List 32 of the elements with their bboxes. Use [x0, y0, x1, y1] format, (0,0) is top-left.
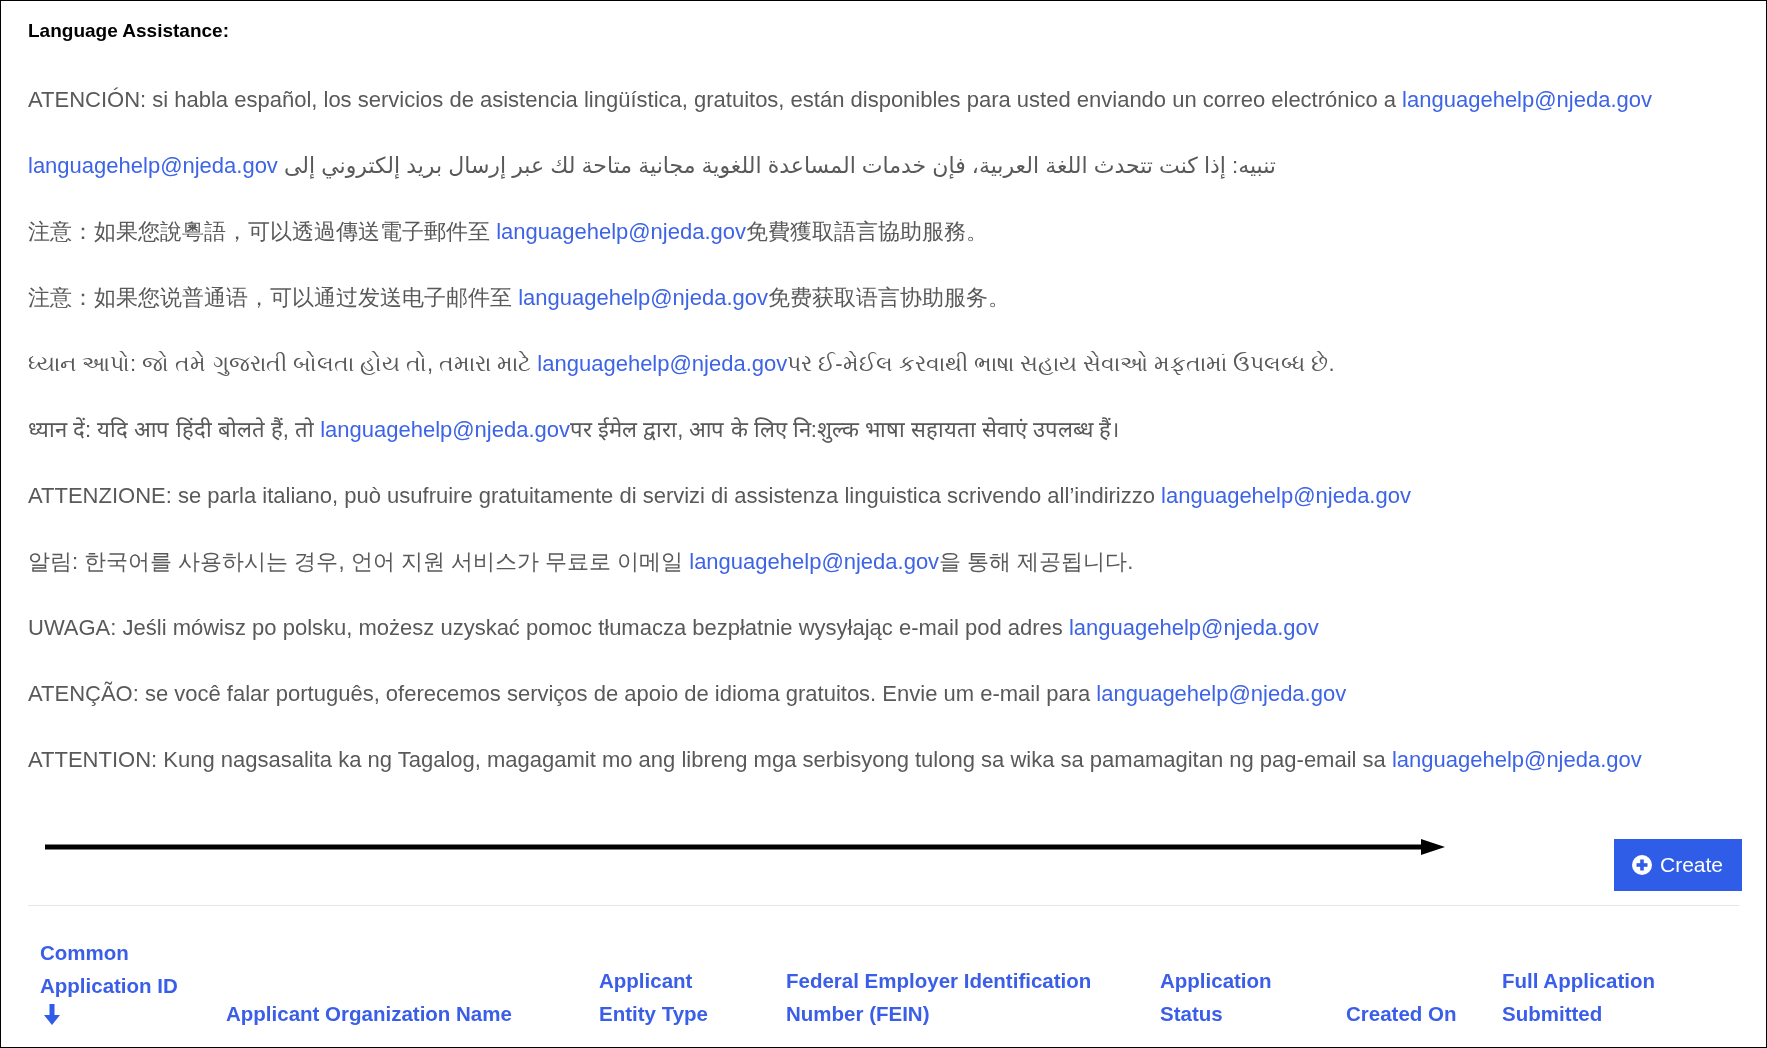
email-link[interactable]: languagehelp@njeda.gov [28, 153, 278, 178]
language-notice: ATENCIÓN: si habla español, los servicios de asistencia lingüística, gratuitos, están disponibles para usted enviando un correo electrónico a languagehelp@njeda.gov [28, 86, 1653, 114]
email-link[interactable]: languagehelp@njeda.gov [1402, 87, 1652, 112]
column-header[interactable]: Applicant Entity Type [599, 964, 729, 1030]
email-link[interactable]: languagehelp@njeda.gov [537, 351, 788, 376]
email-link[interactable]: languagehelp@njeda.gov [320, 417, 570, 442]
language-notice: UWAGA: Jeśli mówisz po polsku, możesz uzyskać pomoc tłumacza bezpłatnie wysyłając e-mail pod adres languagehelp@njeda.gov [28, 614, 1320, 642]
section-heading: Language Assistance: [28, 19, 230, 43]
email-link[interactable]: languagehelp@njeda.gov [1096, 681, 1347, 706]
sort-down-arrow-icon[interactable] [44, 1004, 60, 1026]
language-notice: ध्यान दें: यदि आप हिंदी बोलते हैं, तो languagehelp@njeda.govपर ईमेल द्वारा, आप के लिए नि:शुल्क भाषा सहायता सेवाएं उपलब्ध हैं। [28, 416, 1121, 445]
email-link[interactable]: languagehelp@njeda.gov [1068, 615, 1319, 640]
plus-circle-icon [1631, 855, 1652, 875]
language-notice: 注意：如果您说普通语，可以通过发送电子邮件至 languagehelp@njeda.gov免费获取语言协助服务。 [28, 284, 1011, 312]
language-notice: ATTENTION: Kung nagsasalita ka ng Tagalog, magagamit mo ang libreng mga serbisyong tulong sa wika sa pamamagitan ng pag-email sa languagehelp@njeda.gov [28, 746, 1643, 774]
language-notice: ATTENZIONE: se parla italiano, può usufruire gratuitamente di servizi di assistenza linguistica scrivendo all’indirizzo languagehelp@njeda.gov [28, 482, 1412, 510]
column-header[interactable]: Application Status [1160, 964, 1290, 1030]
email-link[interactable]: languagehelp@njeda.gov [689, 549, 940, 574]
column-header[interactable]: Full Application Submitted [1502, 964, 1672, 1030]
column-header[interactable]: Common Application ID [40, 936, 210, 1002]
column-header[interactable]: Federal Employer Identification Number (FEIN) [786, 964, 1146, 1030]
language-notice: 알림: 한국어를 사용하시는 경우, 언어 지원 서비스가 무료로 이메일 languagehelp@njeda.gov을 통해 제공됩니다. [28, 548, 1135, 576]
language-notice: ATENÇÃO: se você falar português, oferecemos serviços de apoio de idioma gratuitos. Envie um e-mail para languagehelp@njeda.gov [28, 680, 1348, 708]
email-link[interactable]: languagehelp@njeda.gov [1391, 747, 1642, 772]
column-header[interactable]: Applicant Organization Name [226, 997, 512, 1030]
email-link[interactable]: languagehelp@njeda.gov [518, 285, 768, 310]
create-button[interactable]: Create [1613, 839, 1742, 891]
email-link[interactable]: languagehelp@njeda.gov [1161, 483, 1411, 508]
column-header[interactable]: Created On [1346, 997, 1457, 1030]
language-notice: 注意：如果您說粵語，可以透過傳送電子郵件至 languagehelp@njeda.gov免費獲取語言協助服務。 [28, 218, 989, 246]
email-link[interactable]: languagehelp@njeda.gov [496, 219, 746, 244]
language-notice: ધ્યાન આપો: જો તમે ગુજરાતી બોલતા હોય તો, તમારા માટે languagehelp@njeda.govપર ઈ-મેઈલ કરવાથી ભાષા સહાય સેવાઓ મફતામાં ઉપલબ્ધ છે. [28, 350, 1336, 378]
